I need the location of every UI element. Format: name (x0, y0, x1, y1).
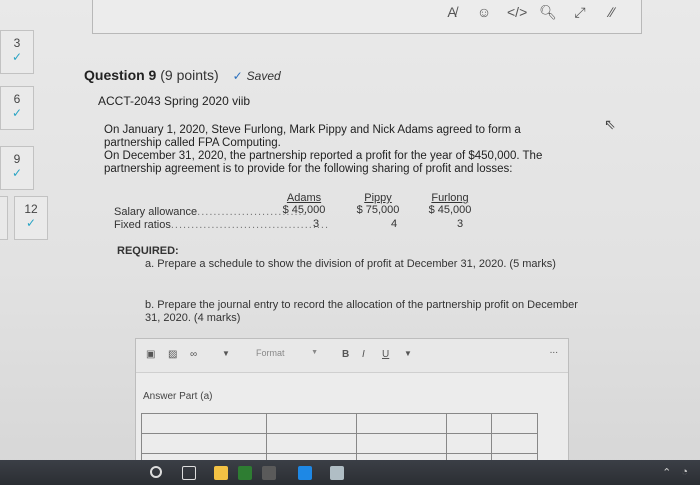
table-cell[interactable] (446, 433, 492, 454)
row-label-salary: Salary allowance........................… (114, 206, 306, 218)
nav-item-question-6[interactable]: 6 ✓ (0, 86, 34, 130)
check-icon: ✓ (11, 106, 23, 120)
check-icon: ✓ (25, 216, 37, 230)
question-paragraph-1: On January 1, 2020, Steve Furlong, Mark … (104, 124, 521, 149)
ratio-adams: 3 (312, 218, 320, 230)
table-row (141, 433, 538, 454)
code-icon[interactable]: </> (507, 4, 527, 21)
nav-number: 1 (0, 203, 7, 217)
salary-pippy: $ 75,000 (356, 204, 400, 216)
app-icon[interactable] (262, 466, 276, 480)
underline-button[interactable]: U (382, 349, 389, 360)
ratio-furlong: 3 (456, 218, 464, 230)
nav-item-question-12[interactable]: 12 ✓ (14, 196, 48, 240)
question-header: Question 9 (9 points) ✓ Saved (84, 67, 281, 83)
network-icon[interactable]: ◔ (681, 466, 688, 479)
fullscreen-icon[interactable]: ⤢ (571, 4, 589, 21)
table-row (141, 413, 538, 434)
salary-label-text: Salary allowance (114, 206, 198, 218)
table-cell[interactable] (491, 413, 538, 434)
col-header-adams: Adams (286, 192, 322, 204)
question-title: Question 9 (9 points) (84, 67, 219, 83)
dropbox-icon[interactable] (298, 466, 312, 480)
search-icon[interactable] (150, 466, 162, 478)
check-icon: ✓ (232, 69, 243, 83)
question-paragraph-2: On December 31, 2020, the partnership re… (104, 150, 543, 175)
italic-button[interactable]: I (362, 349, 365, 360)
spellcheck-icon[interactable]: A̸ (443, 4, 461, 21)
check-icon: ✓ (11, 50, 23, 64)
nav-item-question-3[interactable]: 3 ✓ (0, 30, 34, 74)
screen: A̸ ☺ </> 🔍︎ ⤢ ∕∕ 3 ✓ 6 ✓ 9 ✓ 1 12 ✓ (0, 0, 700, 485)
answer-part-label: Answer Part (a) (143, 391, 213, 402)
answer-editor-toolbar: ▣ ▨ ∞ ▼ Format ▼ B I U ▼ ... (136, 339, 568, 373)
link-icon[interactable]: ∞ (190, 349, 197, 360)
editor-toolbar-top: A̸ ☺ </> 🔍︎ ⤢ ∕∕ (443, 4, 621, 21)
col-header-pippy: Pippy (364, 192, 392, 204)
image-icon[interactable]: ▨ (168, 349, 177, 360)
chevron-down-icon[interactable]: ▼ (404, 349, 412, 358)
app-icon[interactable] (238, 466, 252, 480)
embed-media-icon[interactable]: ▣ (146, 349, 155, 360)
table-cell[interactable] (446, 413, 492, 434)
previous-answer-editor[interactable]: A̸ ☺ </> 🔍︎ ⤢ ∕∕ (92, 0, 642, 34)
course-name: ACCT-2043 Spring 2020 viib (98, 94, 251, 108)
nav-item-question-side[interactable]: 1 (0, 196, 8, 240)
check-icon: ✓ (11, 166, 23, 180)
requirement-a: a. Prepare a schedule to show the divisi… (145, 258, 556, 270)
table-cell[interactable] (356, 413, 447, 434)
salary-furlong: $ 45,000 (428, 204, 472, 216)
system-tray: ⌃ ◔ (662, 466, 688, 479)
resize-icon[interactable]: ∕∕ (603, 4, 621, 21)
table-cell[interactable] (266, 413, 357, 434)
format-select[interactable]: Format ▼ (252, 348, 322, 364)
table-cell[interactable] (266, 433, 357, 454)
question-number: Question 9 (84, 67, 157, 83)
ratio-pippy: 4 (390, 218, 398, 230)
taskbar: ⌃ ◔ (0, 460, 700, 485)
saved-status: ✓ Saved (233, 69, 281, 83)
salary-adams: $ 45,000 (282, 204, 326, 216)
question-points: (9 points) (160, 67, 219, 83)
chevron-up-icon[interactable]: ⌃ (662, 466, 671, 479)
table-cell[interactable] (491, 433, 538, 454)
accessibility-icon[interactable]: ☺ (475, 4, 493, 21)
saved-label: Saved (246, 69, 281, 83)
nav-number: 3 (13, 36, 21, 50)
col-header-furlong: Furlong (431, 192, 469, 204)
row-label-ratio: Fixed ratios............................… (114, 219, 328, 231)
table-cell[interactable] (141, 413, 267, 434)
required-heading: REQUIRED: (117, 245, 179, 257)
task-view-icon[interactable] (182, 466, 196, 480)
chevron-down-icon: ▼ (311, 349, 318, 356)
nav-number: 9 (13, 152, 21, 166)
nav-number: 12 (24, 202, 38, 216)
nav-item-question-9[interactable]: 9 ✓ (0, 146, 34, 190)
question-nav: 3 ✓ 6 ✓ 9 ✓ 1 12 ✓ (0, 30, 52, 240)
chevron-down-icon[interactable]: ▼ (222, 349, 230, 358)
requirement-b: b. Prepare the journal entry to record t… (145, 299, 578, 324)
find-replace-icon[interactable]: 🔍︎ (539, 4, 557, 21)
app-icon[interactable] (330, 466, 344, 480)
file-explorer-icon[interactable] (214, 466, 228, 480)
ratio-label-text: Fixed ratios (114, 219, 171, 231)
format-label: Format (256, 348, 285, 358)
bold-button[interactable]: B (342, 349, 349, 360)
table-cell[interactable] (141, 433, 267, 454)
mouse-cursor-icon: ⇖ (604, 116, 616, 132)
nav-number: 6 (13, 92, 21, 106)
table-cell[interactable] (356, 433, 447, 454)
more-options-button[interactable]: ... (550, 345, 558, 356)
